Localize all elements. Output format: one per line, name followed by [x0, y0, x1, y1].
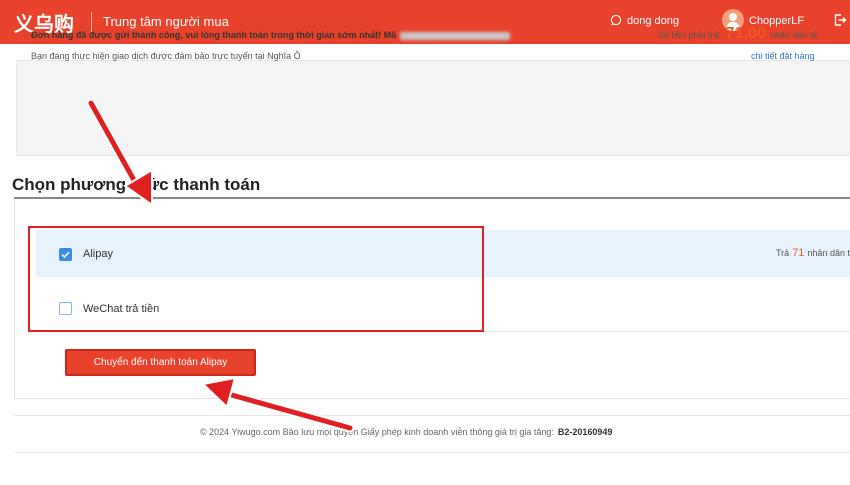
avatar-head-shape: [729, 13, 737, 21]
options-divider: [36, 331, 850, 332]
order-success-message: Đơn hàng đã được gửi thành công, vui lòn…: [31, 30, 511, 40]
footer-copyright: © 2024 Yiwugo.com Bảo lưu mọi quyền Giấy…: [200, 427, 612, 437]
chat-icon[interactable]: [610, 14, 622, 26]
logout-icon[interactable]: [833, 13, 847, 27]
order-success-notice: [16, 60, 850, 156]
amount-due-row: Số tiền phải trả: 71,00 nhân dân tệ: [658, 25, 818, 43]
pay-prefix: Trả: [776, 248, 790, 258]
buyer-center-title[interactable]: Trung tâm người mua: [103, 14, 229, 29]
payment-option-alipay[interactable]: [36, 230, 850, 277]
order-number-redacted: [400, 31, 511, 40]
pay-amount-row: Trả71nhân dân tệ: [776, 247, 850, 259]
pay-amount-unit: nhân dân tệ: [807, 248, 850, 258]
footer-bottom-divider: [14, 452, 850, 453]
amount-due-unit: nhân dân tệ: [770, 30, 818, 40]
go-to-alipay-button[interactable]: Chuyển đến thanh toán Alipay: [65, 349, 256, 376]
amount-due-value: 71,00: [725, 25, 766, 42]
alipay-label[interactable]: Alipay: [83, 248, 113, 260]
order-detail-link[interactable]: chi tiết đặt hàng: [751, 51, 815, 61]
footer-license-number: B2-20160949: [557, 427, 613, 437]
section-title: Chọn phương thức thanh toán: [12, 175, 261, 194]
footer-divider: [14, 415, 850, 416]
header-divider: [91, 12, 92, 32]
amount-due-label: Số tiền phải trả:: [658, 30, 722, 40]
wechat-label[interactable]: WeChat trả tiền: [83, 303, 159, 315]
footer-copyright-text: © 2024 Yiwugo.com Bảo lưu mọi quyền Giấy…: [200, 427, 554, 437]
wechat-checkbox[interactable]: [59, 302, 72, 315]
alipay-checkbox[interactable]: [59, 248, 72, 261]
guarantee-subtext: Bạn đang thực hiện giao dịch được đảm bả…: [31, 51, 301, 61]
checkmark-icon: [61, 251, 70, 259]
pay-amount-value: 71: [792, 247, 805, 259]
order-success-text: Đơn hàng đã được gửi thành công, vui lòn…: [31, 30, 397, 40]
